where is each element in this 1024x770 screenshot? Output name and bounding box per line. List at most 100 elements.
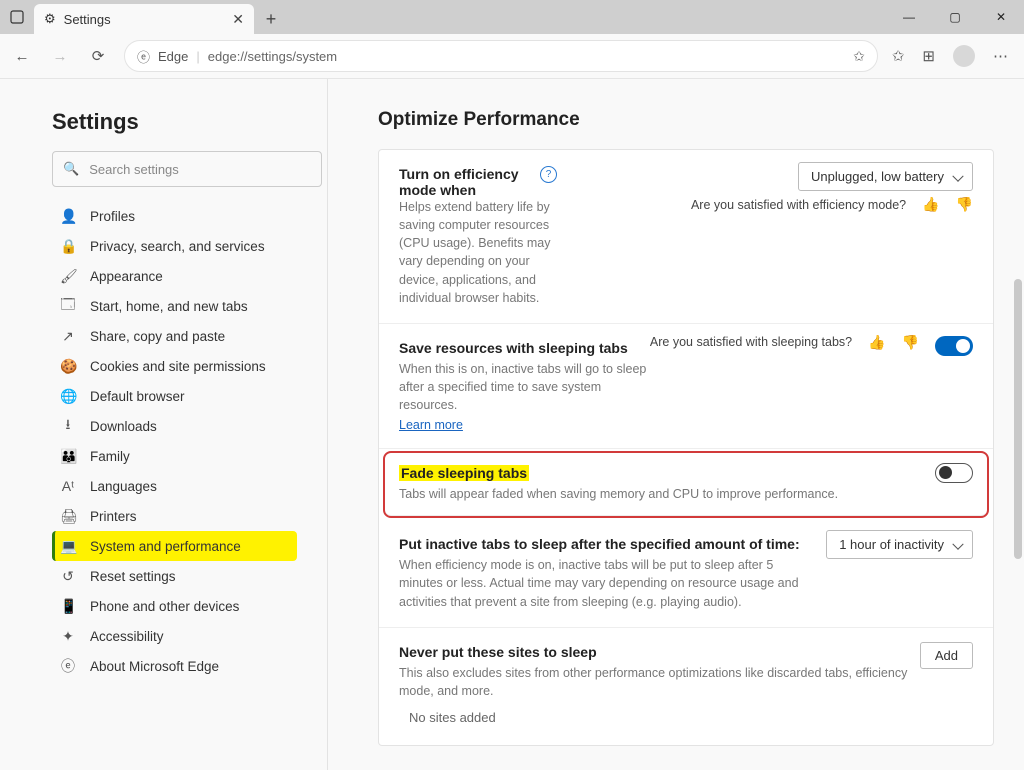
sidebar-item-icon: 🖌 xyxy=(60,268,76,285)
sidebar-item-label: Privacy, search, and services xyxy=(90,239,265,254)
sidebar-item-default-browser[interactable]: 🌐 Default browser xyxy=(52,381,297,411)
sidebar-item-privacy-search-and-services[interactable]: 🔒Privacy, search, and services xyxy=(52,231,297,261)
sidebar-item-label: Start, home, and new tabs xyxy=(90,299,248,314)
nav-back-button[interactable]: ← xyxy=(10,48,34,65)
search-settings-input[interactable]: 🔍 Search settings xyxy=(52,151,322,187)
fade-toggle[interactable] xyxy=(935,463,973,483)
section-heading: Optimize Performance xyxy=(378,109,994,131)
sidebar-item-downloads[interactable]: ⭳ Downloads xyxy=(52,411,297,441)
address-brand: Edge xyxy=(158,49,188,64)
row-efficiency: Turn on efficiency mode when ? Helps ext… xyxy=(379,150,993,324)
gear-icon: ⚙ xyxy=(44,11,56,27)
search-icon: 🔍 xyxy=(63,161,79,177)
sidebar-item-printers[interactable]: 🖨 Printers xyxy=(52,501,297,531)
favorite-page-icon[interactable]: ✩ xyxy=(853,48,865,65)
sidebar-item-label: System and performance xyxy=(90,539,241,554)
sidebar-item-icon: 📱 xyxy=(60,598,76,615)
scrollbar[interactable] xyxy=(1014,279,1022,559)
sidebar-item-icon: ↗ xyxy=(60,328,76,345)
sidebar-item-accessibility[interactable]: ✦Accessibility xyxy=(52,621,297,651)
sidebar-item-icon: 👪 xyxy=(60,448,76,465)
browser-toolbar: ← → ⟳ ⓔ Edge | edge://settings/system ✩ … xyxy=(0,34,1024,79)
sidebar-item-label: Profiles xyxy=(90,209,135,224)
tab-pin-icon[interactable] xyxy=(0,0,34,34)
close-tab-icon[interactable]: ✕ xyxy=(232,11,244,28)
row-inactive-time: Put inactive tabs to sleep after the spe… xyxy=(379,520,993,627)
more-menu-icon[interactable]: ⋯ xyxy=(993,47,1008,65)
sleeping-satisfied: Are you satisfied with sleeping tabs? 👍 … xyxy=(650,334,919,351)
search-placeholder: Search settings xyxy=(89,162,179,177)
row-fade-tabs: Fade sleeping tabs Tabs will appear fade… xyxy=(385,453,987,516)
efficiency-title: Turn on efficiency mode when xyxy=(399,166,519,198)
address-bar[interactable]: ⓔ Edge | edge://settings/system ✩ xyxy=(124,40,878,72)
sidebar-item-icon: 💻 xyxy=(60,538,76,555)
settings-sidebar: Settings 🔍 Search settings 👤 Profiles 🔒Pri… xyxy=(0,79,328,770)
sidebar-item-about-microsoft-edge[interactable]: ⓔAbout Microsoft Edge xyxy=(52,651,297,681)
settings-main: Optimize Performance Turn on efficiency … xyxy=(328,79,1024,770)
help-icon[interactable]: ? xyxy=(540,166,557,183)
sidebar-item-icon: 🗔 xyxy=(60,294,76,318)
optimize-card: Turn on efficiency mode when ? Helps ext… xyxy=(378,149,994,746)
tab-title: Settings xyxy=(64,12,111,27)
sidebar-item-cookies-and-site-permissions[interactable]: 🍪 Cookies and site permissions xyxy=(52,351,297,381)
sidebar-item-label: Phone and other devices xyxy=(90,599,239,614)
never-desc: This also excludes sites from other perf… xyxy=(399,664,919,700)
inactive-dropdown[interactable]: 1 hour of inactivity xyxy=(826,530,973,559)
fade-desc: Tabs will appear faded when saving memor… xyxy=(399,485,899,503)
nav-forward-button[interactable]: → xyxy=(48,48,72,65)
sidebar-item-label: Cookies and site permissions xyxy=(90,359,266,374)
efficiency-dropdown[interactable]: Unplugged, low battery xyxy=(798,162,973,191)
profile-avatar[interactable] xyxy=(953,45,975,67)
sidebar-item-label: Appearance xyxy=(90,269,163,284)
sidebar-item-label: Downloads xyxy=(90,419,157,434)
sidebar-item-appearance[interactable]: 🖌 Appearance xyxy=(52,261,297,291)
sidebar-item-icon: 🌐 xyxy=(60,388,76,405)
sidebar-item-icon: ⭳ xyxy=(60,414,76,438)
window-maximize[interactable]: ▢ xyxy=(932,0,978,34)
sidebar-item-start-home-and-new-tabs[interactable]: 🗔 Start, home, and new tabs xyxy=(52,291,297,321)
sidebar-item-languages[interactable]: Aᵗ Languages xyxy=(52,471,297,501)
sidebar-item-icon: 🍪 xyxy=(60,358,76,375)
learn-more-link[interactable]: Learn more xyxy=(399,418,463,432)
sidebar-item-phone-and-other-devices[interactable]: 📱 Phone and other devices xyxy=(52,591,297,621)
sleeping-desc: When this is on, inactive tabs will go t… xyxy=(399,360,649,414)
sleeping-toggle[interactable] xyxy=(935,336,973,356)
add-site-button[interactable]: Add xyxy=(920,642,973,669)
sidebar-item-label: Reset settings xyxy=(90,569,176,584)
sidebar-item-icon: 🖨 xyxy=(60,508,76,525)
sidebar-item-label: Default browser xyxy=(90,389,185,404)
fade-title: Fade sleeping tabs xyxy=(399,465,529,481)
row-never-sleep: Never put these sites to sleep This also… xyxy=(379,628,993,745)
thumb-down-icon[interactable]: 👎 xyxy=(902,334,919,351)
no-sites-label: No sites added xyxy=(399,700,973,729)
thumb-down-icon[interactable]: 👎 xyxy=(956,196,973,213)
sidebar-item-icon: 👤 xyxy=(60,208,76,225)
collections-icon[interactable]: ⊞ xyxy=(922,47,935,65)
sidebar-item-label: Share, copy and paste xyxy=(90,329,225,344)
sidebar-item-label: Languages xyxy=(90,479,157,494)
sidebar-item-icon: Aᵗ xyxy=(60,478,76,494)
sidebar-item-family[interactable]: 👪 Family xyxy=(52,441,297,471)
address-url: edge://settings/system xyxy=(208,49,337,64)
sidebar-item-label: Family xyxy=(90,449,130,464)
window-close[interactable]: ✕ xyxy=(978,0,1024,34)
sidebar-item-reset-settings[interactable]: ↺ Reset settings xyxy=(52,561,297,591)
nav-refresh-button[interactable]: ⟳ xyxy=(86,47,110,65)
new-tab-button[interactable]: + xyxy=(254,4,288,34)
efficiency-satisfied: Are you satisfied with efficiency mode? … xyxy=(691,196,973,213)
sidebar-item-profiles[interactable]: 👤 Profiles xyxy=(52,201,297,231)
sidebar-item-icon: ✦ xyxy=(60,628,76,645)
sidebar-item-icon: ⓔ xyxy=(60,656,76,676)
window-minimize[interactable]: — xyxy=(886,0,932,34)
sidebar-item-icon: ↺ xyxy=(60,568,76,585)
thumb-up-icon[interactable]: 👍 xyxy=(922,196,939,213)
inactive-desc: When efficiency mode is on, inactive tab… xyxy=(399,556,799,610)
browser-tab[interactable]: ⚙ Settings ✕ xyxy=(34,4,254,34)
never-title: Never put these sites to sleep xyxy=(399,644,973,660)
sidebar-item-system-and-performance[interactable]: 💻 System and performance xyxy=(52,531,297,561)
favorites-icon[interactable]: ✩ xyxy=(892,47,905,65)
thumb-up-icon[interactable]: 👍 xyxy=(868,334,885,351)
sidebar-item-share-copy-and-paste[interactable]: ↗ Share, copy and paste xyxy=(52,321,297,351)
sidebar-item-label: Printers xyxy=(90,509,137,524)
settings-title: Settings xyxy=(52,109,297,135)
